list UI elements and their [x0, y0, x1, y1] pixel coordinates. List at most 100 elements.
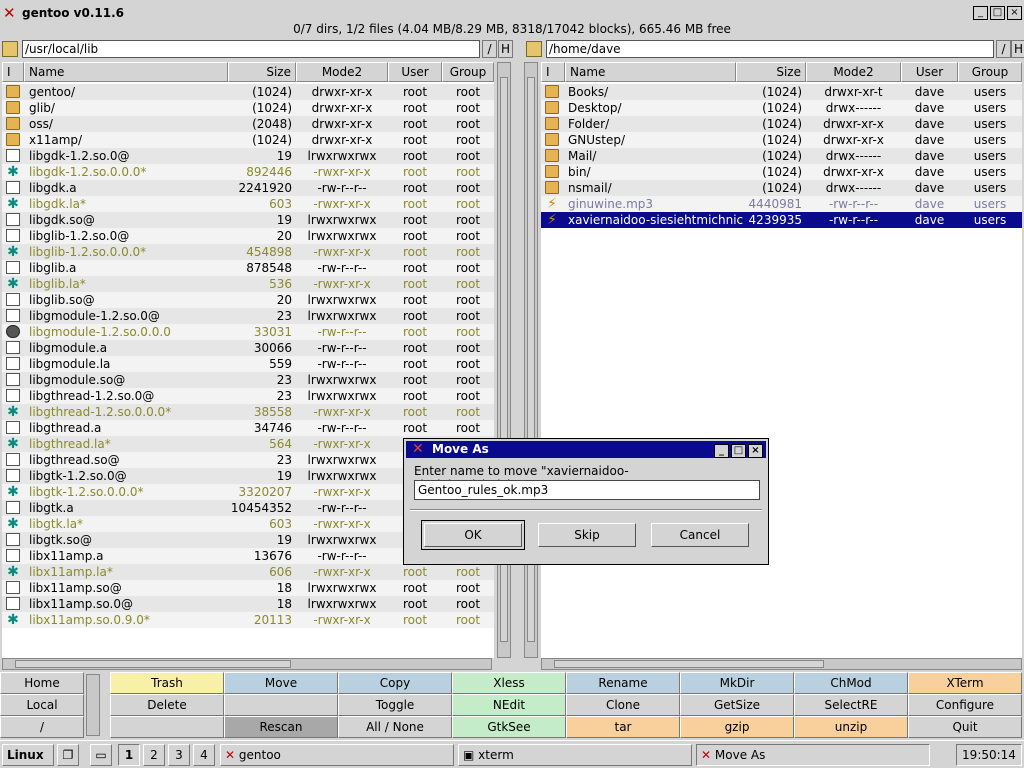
left-hscroll-thumb[interactable]	[15, 660, 291, 668]
command-button-1-8[interactable]: Configure	[908, 694, 1022, 716]
file-row[interactable]: gentoo/ (1024) drwxr-xr-x root root	[2, 84, 494, 100]
left-home-button[interactable]: H	[498, 40, 513, 58]
file-row[interactable]: libx11amp.so.0@ 18 lrwxrwxrwx root root	[2, 596, 494, 612]
file-row[interactable]: ✱ libgthread-1.2.so.0.0.0* 38558 -rwxr-xr-x…	[2, 404, 494, 420]
file-row[interactable]: libx11amp.so@ 18 lrwxrwxrwx root root	[2, 580, 494, 596]
file-row[interactable]: libgthread.a 34746 -rw-r--r-- root root	[2, 420, 494, 436]
file-row[interactable]: libgmodule.a 30066 -rw-r--r-- root root	[2, 340, 494, 356]
command-button-2-7[interactable]: unzip	[794, 716, 908, 738]
file-row[interactable]: ✱ libglib-1.2.so.0.0.0* 454898 -rwxr-xr-x ro…	[2, 244, 494, 260]
col-mode[interactable]: Mode2	[296, 62, 388, 82]
command-button-0-6[interactable]: MkDir	[680, 672, 794, 694]
command-button-2-5[interactable]: tar	[566, 716, 680, 738]
command-button-0-3[interactable]: Copy	[338, 672, 452, 694]
file-row[interactable]: libgdk-1.2.so.0@ 19 lrwxrwxrwx root root	[2, 148, 494, 164]
col-name[interactable]: Name	[565, 62, 736, 82]
col-mode[interactable]: Mode2	[806, 62, 901, 82]
dialog-maximize-button[interactable]: □	[731, 444, 746, 458]
left-vertical-scrollbar[interactable]	[497, 62, 511, 658]
file-row[interactable]: libgdk.a 2241920 -rw-r--r-- root root	[2, 180, 494, 196]
col-size[interactable]: Size	[736, 62, 806, 82]
desktop-4-button[interactable]: 4	[193, 744, 215, 766]
file-row[interactable]: libglib.so@ 20 lrwxrwxrwx root root	[2, 292, 494, 308]
file-row[interactable]: Mail/ (1024) drwx------ dave users	[541, 148, 1022, 164]
file-row[interactable]: libgmodule.la 559 -rw-r--r-- root root	[2, 356, 494, 372]
file-row[interactable]: ✱ libgdk-1.2.so.0.0.0* 892446 -rwxr-xr-x roo…	[2, 164, 494, 180]
new-name-input[interactable]: Gentoo_rules_ok.mp3	[414, 480, 760, 500]
file-row[interactable]: libgmodule-1.2.so.0@ 23 lrwxrwxrwx root root	[2, 308, 494, 324]
right-file-list[interactable]: I Name Size Mode2 User Group Books/ (1024…	[541, 62, 1022, 658]
left-file-list[interactable]: I Name Size Mode2 User Group gentoo/ (102…	[2, 62, 494, 658]
maximize-button[interactable]: □	[990, 6, 1005, 20]
windows-list-icon[interactable]: ❐	[57, 744, 79, 766]
file-row[interactable]: Desktop/ (1024) drwx------ dave users	[541, 100, 1022, 116]
show-desktop-icon[interactable]: ▭	[90, 744, 112, 766]
command-button-0-5[interactable]: Rename	[566, 672, 680, 694]
left-path-input[interactable]: /usr/local/lib	[22, 40, 480, 58]
command-button-1-2[interactable]	[224, 694, 338, 716]
file-row[interactable]: Folder/ (1024) drwxr-xr-x dave users	[541, 116, 1022, 132]
command-button-2-0[interactable]: /	[0, 716, 84, 738]
file-row[interactable]: ✱ libgdk.la* 603 -rwxr-xr-x root root	[2, 196, 494, 212]
window-titlebar[interactable]: ✕ gentoo v0.11.6 _ □ ×	[0, 4, 1024, 22]
file-row[interactable]: ⚡ ginuwine.mp3 4440981 -rw-r--r-- dave users	[541, 196, 1022, 212]
task-gentoo[interactable]: ✕ gentoo	[220, 744, 454, 766]
col-icon[interactable]: I	[2, 62, 24, 82]
right-horizontal-scrollbar[interactable]	[541, 658, 1022, 670]
cancel-button[interactable]: Cancel	[651, 523, 749, 547]
right-path-input[interactable]: /home/dave	[546, 40, 994, 58]
dialog-close-button[interactable]: ×	[748, 444, 763, 458]
command-button-0-1[interactable]: Trash	[110, 672, 224, 694]
command-button-1-1[interactable]: Delete	[110, 694, 224, 716]
desktop-2-button[interactable]: 2	[143, 744, 165, 766]
folder-up-icon[interactable]	[526, 41, 542, 57]
col-size[interactable]: Size	[228, 62, 296, 82]
file-row[interactable]: ✱ libx11amp.so.0.9.0* 20113 -rwxr-xr-x root r…	[2, 612, 494, 628]
col-group[interactable]: Group	[442, 62, 494, 82]
col-user[interactable]: User	[388, 62, 442, 82]
file-row[interactable]: oss/ (2048) drwxr-xr-x root root	[2, 116, 494, 132]
ok-button[interactable]: OK	[421, 520, 525, 550]
file-row[interactable]: glib/ (1024) drwxr-xr-x root root	[2, 100, 494, 116]
file-row[interactable]: bin/ (1024) drwxr-xr-x dave users	[541, 164, 1022, 180]
left-root-button[interactable]: /	[482, 40, 497, 58]
task-xterm[interactable]: ▣ xterm	[458, 744, 692, 766]
command-button-2-1[interactable]	[110, 716, 224, 738]
col-icon[interactable]: I	[541, 62, 565, 82]
desktop-1-button[interactable]: 1	[118, 744, 140, 766]
file-row[interactable]: ✱ libx11amp.la* 606 -rwxr-xr-x root root	[2, 564, 494, 580]
col-name[interactable]: Name	[24, 62, 228, 82]
command-button-0-0[interactable]: Home	[0, 672, 84, 694]
task-move-as[interactable]: ✕ Move As	[696, 744, 930, 766]
file-row[interactable]: ✱ libglib.la* 536 -rwxr-xr-x root root	[2, 276, 494, 292]
command-button-0-2[interactable]: Move	[224, 672, 338, 694]
left-horizontal-scrollbar[interactable]	[2, 658, 492, 670]
file-row[interactable]: nsmail/ (1024) drwx------ dave users	[541, 180, 1022, 196]
command-button-1-6[interactable]: GetSize	[680, 694, 794, 716]
col-group[interactable]: Group	[958, 62, 1022, 82]
file-row[interactable]: libgmodule-1.2.so.0.0.0 33031 -rw-r--r-- ro…	[2, 324, 494, 340]
file-row[interactable]: GNUstep/ (1024) drwxr-xr-x dave users	[541, 132, 1022, 148]
command-button-2-8[interactable]: Quit	[908, 716, 1022, 738]
file-row[interactable]: libglib.a 878548 -rw-r--r-- root root	[2, 260, 494, 276]
command-button-2-2[interactable]: Rescan	[224, 716, 338, 738]
file-row[interactable]: libgthread-1.2.so.0@ 23 lrwxrwxrwx root root	[2, 388, 494, 404]
command-button-1-4[interactable]: NEdit	[452, 694, 566, 716]
button-bank-scrollbar[interactable]	[86, 674, 100, 736]
command-button-1-0[interactable]: Local	[0, 694, 84, 716]
file-row[interactable]: libglib-1.2.so.0@ 20 lrwxrwxrwx root root	[2, 228, 494, 244]
command-button-1-3[interactable]: Toggle	[338, 694, 452, 716]
skip-button[interactable]: Skip	[538, 523, 636, 547]
command-button-2-4[interactable]: GtkSee	[452, 716, 566, 738]
linux-menu-button[interactable]: Linux	[2, 744, 54, 766]
file-row[interactable]: libgdk.so@ 19 lrwxrwxrwx root root	[2, 212, 494, 228]
command-button-2-6[interactable]: gzip	[680, 716, 794, 738]
file-row[interactable]: libgmodule.so@ 23 lrwxrwxrwx root root	[2, 372, 494, 388]
col-user[interactable]: User	[901, 62, 958, 82]
dialog-titlebar[interactable]: ✕ Move As _ □ ×	[406, 441, 766, 458]
right-hscroll-thumb[interactable]	[554, 660, 824, 668]
command-button-2-3[interactable]: All / None	[338, 716, 452, 738]
close-button[interactable]: ×	[1007, 6, 1022, 20]
folder-up-icon[interactable]	[2, 41, 18, 57]
command-button-1-7[interactable]: SelectRE	[794, 694, 908, 716]
